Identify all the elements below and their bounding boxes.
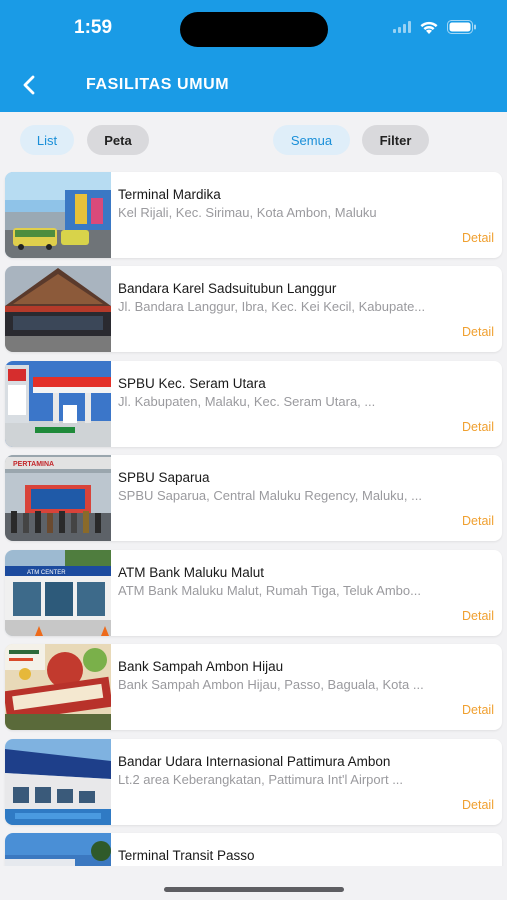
list-item[interactable]: ATM CENTER ATM Bank Maluku Malut ATM Ban…: [5, 550, 502, 636]
facility-photo: [5, 739, 111, 825]
facility-photo: ATM CENTER: [5, 550, 111, 636]
detail-link[interactable]: Detail: [462, 703, 494, 717]
wifi-icon: [420, 21, 438, 34]
detail-link[interactable]: Detail: [462, 420, 494, 434]
home-indicator-area: [0, 866, 507, 900]
facility-name: SPBU Saparua: [118, 470, 210, 485]
tab-list[interactable]: List: [20, 125, 74, 155]
list-item[interactable]: PERTAMINA SPBU Saparua SPBU Saparua, Cen…: [5, 455, 502, 541]
list-item[interactable]: SPBU Kec. Seram Utara Jl. Kabupaten, Mal…: [5, 361, 502, 447]
facility-name: Bandara Karel Sadsuitubun Langgur: [118, 281, 337, 296]
dynamic-island: [180, 12, 328, 47]
list-item[interactable]: Bandar Udara Internasional Pattimura Amb…: [5, 739, 502, 825]
facility-address: Kel Rijali, Kec. Sirimau, Kota Ambon, Ma…: [118, 205, 377, 220]
detail-link[interactable]: Detail: [462, 231, 494, 245]
detail-link[interactable]: Detail: [462, 325, 494, 339]
facility-list: Terminal Mardika Kel Rijali, Kec. Sirima…: [0, 166, 507, 866]
facility-photo: [5, 361, 111, 447]
chevron-left-icon: [23, 75, 35, 95]
list-item[interactable]: Terminal Mardika Kel Rijali, Kec. Sirima…: [5, 172, 502, 258]
detail-link[interactable]: Detail: [462, 514, 494, 528]
thumb-label: PERTAMINA: [13, 461, 54, 468]
facility-address: Jl. Bandara Langgur, Ibra, Kec. Kei Keci…: [118, 299, 426, 314]
filter-button[interactable]: Filter: [362, 125, 429, 155]
facility-address: Lt.2 area Keberangkatan, Pattimura Int'l…: [118, 772, 404, 787]
back-button[interactable]: [16, 72, 42, 98]
facility-photo: PERTAMINA: [5, 455, 111, 541]
facility-address: SPBU Saparua, Central Maluku Regency, Ma…: [118, 488, 422, 503]
app-header: 1:59 FASILITAS UMUM: [0, 0, 507, 112]
list-item[interactable]: Bandara Karel Sadsuitubun Langgur Jl. Ba…: [5, 266, 502, 352]
status-time: 1:59: [74, 17, 113, 38]
thumb-label: ATM CENTER: [27, 570, 66, 576]
facility-name: ATM Bank Maluku Malut: [118, 565, 265, 580]
view-toggle-bar: List Peta Semua Filter: [0, 112, 507, 166]
status-icons: [393, 19, 477, 35]
home-indicator[interactable]: [164, 887, 344, 892]
facility-photo: [5, 266, 111, 352]
tab-map[interactable]: Peta: [87, 125, 149, 155]
facility-name: Bandar Udara Internasional Pattimura Amb…: [118, 754, 391, 769]
facility-name: Terminal Transit Passo: [118, 848, 255, 863]
facility-address: Jl. Kabupaten, Malaku, Kec. Seram Utara,…: [118, 394, 376, 409]
signal-icon: [393, 21, 411, 33]
list-item[interactable]: Terminal Transit Passo: [5, 833, 502, 866]
facility-photo: [5, 172, 111, 258]
battery-icon: [447, 20, 476, 34]
facility-address: Bank Sampah Ambon Hijau, Passo, Baguala,…: [118, 677, 424, 692]
detail-link[interactable]: Detail: [462, 798, 494, 812]
facility-photo: [5, 833, 111, 866]
facility-name: Terminal Mardika: [118, 187, 221, 202]
list-item[interactable]: Bank Sampah Ambon Hijau Bank Sampah Ambo…: [5, 644, 502, 730]
facility-photo: [5, 644, 111, 730]
page-title: FASILITAS UMUM: [86, 76, 230, 93]
detail-link[interactable]: Detail: [462, 609, 494, 623]
facility-address: ATM Bank Maluku Malut, Rumah Tiga, Teluk…: [118, 583, 421, 598]
facility-name: SPBU Kec. Seram Utara: [118, 376, 266, 391]
facility-name: Bank Sampah Ambon Hijau: [118, 659, 284, 674]
category-all-button[interactable]: Semua: [273, 125, 350, 155]
